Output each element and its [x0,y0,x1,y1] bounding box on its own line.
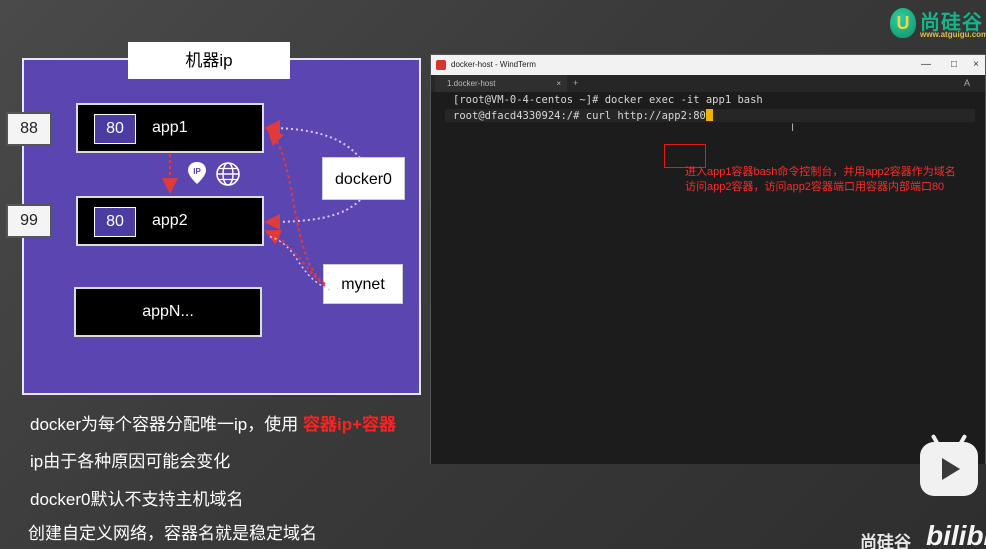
ip-pin-icon: IP [188,162,206,184]
minimize-button[interactable]: — [917,55,935,75]
network-docker0: docker0 [322,157,405,200]
container-name: appN... [142,303,194,320]
bullet-2: ip由于各种原因可能会变化 [30,452,231,471]
bullet-1: docker为每个容器分配唯一ip，使用 容器ip+容器 [30,415,397,434]
tab-docker-host[interactable]: 1.docker-host × [435,75,567,92]
annotation-line-1: 进入app1容器bash命令控制台，并用app2容器作为域名 [685,166,956,178]
terminal-line-1: [root@VM-0-4-centos ~]# docker exec -it … [453,94,763,106]
tab-label: 1.docker-host [447,79,496,88]
container-app1: 80 app1 [76,103,264,153]
container-app2: 80 app2 [76,196,264,246]
bullet-3: docker0默认不支持主机域名 [30,490,244,509]
container-name: app1 [152,119,188,136]
bilibili-tv-icon [920,433,978,496]
host-port-88: 88 [6,112,52,146]
watermark-bilibili: bilibili [926,520,986,549]
terminal-command: root@dfacd4330924:/# curl http://app2:80 [453,110,706,122]
container-appN: appN... [74,287,262,337]
new-tab-button[interactable]: + [573,75,578,92]
container-port: 80 [94,114,136,144]
host-port-99: 99 [6,204,52,238]
window-title: docker-host - WindTerm [451,60,536,69]
logo-badge-icon: U [890,8,916,38]
atguigu-logo: U 尚硅谷 www.atguigu.com [886,6,986,44]
terminal-line-2: root@dfacd4330924:/# curl http://app2:80 [445,109,975,122]
window-titlebar[interactable]: docker-host - WindTerm — □ × [431,55,985,75]
host-ip-label: 机器ip [128,42,290,79]
tab-close-icon[interactable]: × [556,75,561,92]
watermark-atguigu: 尚硅谷 [860,533,911,549]
tab-bar: 1.docker-host × [431,75,985,92]
bullet-4: 创建自定义网络，容器名就是稳定域名 [28,524,317,543]
container-port: 80 [94,207,136,237]
windterm-app-icon [436,60,446,70]
globe-icon [216,162,240,186]
highlight-text: 容器ip+容器 [302,415,397,434]
windterm-window[interactable]: docker-host - WindTerm — □ × 1.docker-ho… [430,54,986,464]
container-name: app2 [152,212,188,229]
svg-text:IP: IP [193,167,201,176]
logo-url: www.atguigu.com [920,30,986,39]
maximize-button[interactable]: □ [945,55,963,75]
network-mynet: mynet [323,264,403,304]
tab-menu-button[interactable]: A [964,75,970,92]
mouse-ibeam-icon: I [791,122,795,134]
terminal-body[interactable]: [root@VM-0-4-centos ~]# docker exec -it … [431,92,985,464]
text-cursor [705,109,713,121]
annotation-line-2: 访问app2容器，访问app2容器端口用容器内部端口80 [685,181,945,193]
close-button[interactable]: × [967,55,985,75]
